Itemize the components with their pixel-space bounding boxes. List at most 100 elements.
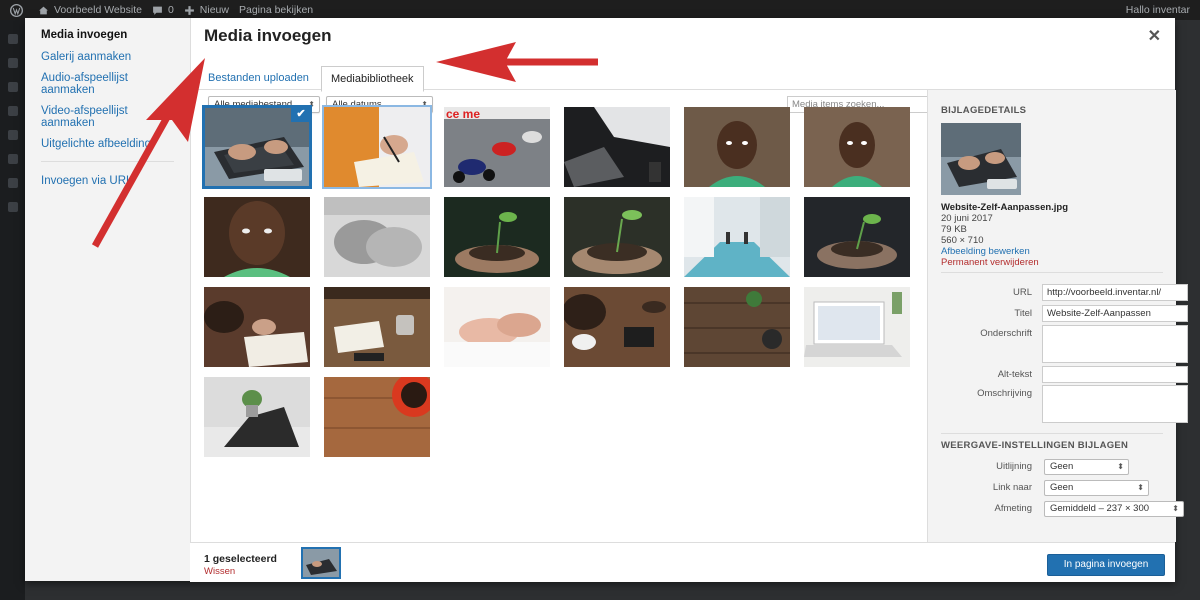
menu-item-audio-playlist[interactable]: Audio-afspeellijst aanmaken [25, 72, 190, 96]
tab-upload[interactable]: Bestanden uploaden [200, 68, 317, 88]
media-item-7[interactable] [204, 197, 310, 277]
menu-icon[interactable] [7, 154, 18, 164]
clear-selection-link[interactable]: Wissen [204, 566, 235, 577]
size-select[interactable]: Gemiddeld – 237 × 300 ⬍ [1044, 501, 1184, 517]
media-item-16[interactable] [564, 287, 670, 367]
menu-icon[interactable] [7, 82, 18, 92]
photo-laptop-plant [204, 377, 310, 457]
details-heading: BIJLAGEDETAILS [941, 105, 1027, 116]
media-item-9[interactable] [444, 197, 550, 277]
menu-icon[interactable] [7, 130, 18, 140]
view-page-link[interactable]: Pagina bekijken [239, 4, 313, 16]
media-item-5[interactable] [684, 107, 790, 187]
menu-item-insert-media[interactable]: Media invoegen [25, 29, 190, 41]
media-item-15[interactable] [444, 287, 550, 367]
menu-icon[interactable] [7, 178, 18, 188]
menu-icon[interactable] [7, 106, 18, 116]
media-item-10[interactable] [564, 197, 670, 277]
menu-separator [41, 161, 174, 162]
caption-textarea[interactable] [1042, 325, 1188, 363]
site-name-link[interactable]: Voorbeeld Website [38, 4, 142, 16]
modal-title: Media invoegen [204, 26, 332, 45]
wp-logo-icon[interactable] [10, 3, 28, 17]
alignment-label: Uitlijning [996, 461, 1032, 472]
display-heading: WEERGAVE-INSTELLINGEN BIJLAGEN [941, 440, 1129, 451]
url-input[interactable]: http://voorbeeld.inventar.nl/ [1042, 284, 1188, 301]
media-item-13[interactable] [204, 287, 310, 367]
media-item-2[interactable] [322, 105, 432, 189]
photo-writing-notes [324, 107, 430, 187]
attachment-details: BIJLAGEDETAILS Website-Zelf-Aanpassen.jp… [927, 90, 1188, 542]
photo-handshake [444, 287, 550, 367]
media-item-8[interactable] [324, 197, 430, 277]
delete-permanently-link[interactable]: Permanent verwijderen [941, 257, 1068, 268]
media-item-20[interactable] [324, 377, 430, 457]
media-item-6[interactable] [804, 107, 910, 187]
photo-child-closeup [204, 197, 310, 277]
details-size: 79 KB [941, 224, 967, 235]
photo-desk-coffee [564, 287, 670, 367]
insert-into-page-button[interactable]: In pagina invoegen [1047, 554, 1165, 576]
menu-icon[interactable] [7, 34, 18, 44]
photo-wood-desk-top [684, 287, 790, 367]
comment-icon [153, 6, 162, 15]
photo-laptop-desk-dark [564, 107, 670, 187]
media-modal: Media invoegen Galerij aanmaken Audio-af… [25, 18, 1188, 582]
close-icon[interactable]: ✕ [1148, 26, 1161, 46]
admin-sidebar [0, 20, 25, 600]
menu-item-featured-image[interactable]: Uitgelichte afbeelding [25, 138, 190, 150]
photo-seedling-hands [804, 197, 910, 277]
details-info: Website-Zelf-Aanpassen.jpg 20 juni 2017 … [941, 202, 1068, 268]
media-item-4[interactable] [564, 107, 670, 187]
media-menu: Media invoegen Galerij aanmaken Audio-af… [25, 18, 191, 581]
link-to-select[interactable]: Geen ⬍ [1044, 480, 1149, 496]
display-divider [941, 433, 1163, 434]
alt-input[interactable] [1042, 366, 1188, 383]
chevron-updown-icon: ⬍ [1137, 483, 1144, 492]
alignment-value: Geen [1050, 461, 1074, 472]
description-textarea[interactable] [1042, 385, 1188, 423]
details-thumbnail [941, 123, 1021, 195]
photo-holding-hands [324, 197, 430, 277]
comments-count: 0 [167, 4, 174, 16]
media-item-3[interactable]: ce me [444, 107, 550, 187]
photo-child-portrait [804, 107, 910, 187]
media-footer: 1 geselecteerd Wissen In pagina invoegen [190, 542, 1175, 582]
media-item-17[interactable] [684, 287, 790, 367]
url-label: URL [1012, 287, 1032, 298]
check-icon[interactable]: ✔ [291, 107, 310, 122]
media-item-12[interactable] [804, 197, 910, 277]
new-content-link[interactable]: Nieuw [184, 4, 229, 16]
menu-item-insert-url[interactable]: Invoegen via URL [25, 175, 190, 187]
media-item-19[interactable] [204, 377, 310, 457]
photo-office-hallway [684, 197, 790, 277]
edit-image-link[interactable]: Afbeelding bewerken [941, 246, 1068, 257]
menu-icon[interactable] [7, 202, 18, 212]
plus-icon [184, 5, 194, 15]
chevron-updown-icon: ⬍ [1172, 504, 1179, 513]
caption-label: Onderschrift [980, 328, 1032, 339]
selection-count: 1 geselecteerd [204, 553, 277, 565]
media-item-18[interactable] [804, 287, 910, 367]
media-item-11[interactable] [684, 197, 790, 277]
media-item-1[interactable]: ✔ [202, 105, 312, 189]
alt-label: Alt-tekst [997, 369, 1032, 380]
admin-bar: Voorbeeld Website 0 Nieuw Pagina bekijke… [0, 0, 1200, 20]
tab-library[interactable]: Mediabibliotheek [321, 66, 424, 92]
size-value: Gemiddeld – 237 × 300 [1050, 503, 1150, 514]
menu-item-video-playlist[interactable]: Video-afspeellijst aanmaken [25, 105, 190, 129]
description-label: Omschrijving [977, 388, 1032, 399]
size-label: Afmeting [994, 503, 1033, 514]
selection-thumbnail[interactable] [301, 547, 341, 579]
comments-link[interactable]: 0 [152, 4, 174, 16]
photo-laptop-white [804, 287, 910, 367]
menu-item-create-gallery[interactable]: Galerij aanmaken [25, 51, 190, 63]
media-tabs: Bestanden uploaden Mediabibliotheek [190, 47, 1175, 92]
alignment-select[interactable]: Geen ⬍ [1044, 459, 1129, 475]
howdy-user[interactable]: Hallo inventar [1126, 4, 1190, 16]
menu-icon[interactable] [7, 58, 18, 68]
media-item-14[interactable] [324, 287, 430, 367]
title-input[interactable]: Website-Zelf-Aanpassen [1042, 305, 1188, 322]
details-filename: Website-Zelf-Aanpassen.jpg [941, 202, 1069, 213]
home-icon [39, 6, 48, 14]
